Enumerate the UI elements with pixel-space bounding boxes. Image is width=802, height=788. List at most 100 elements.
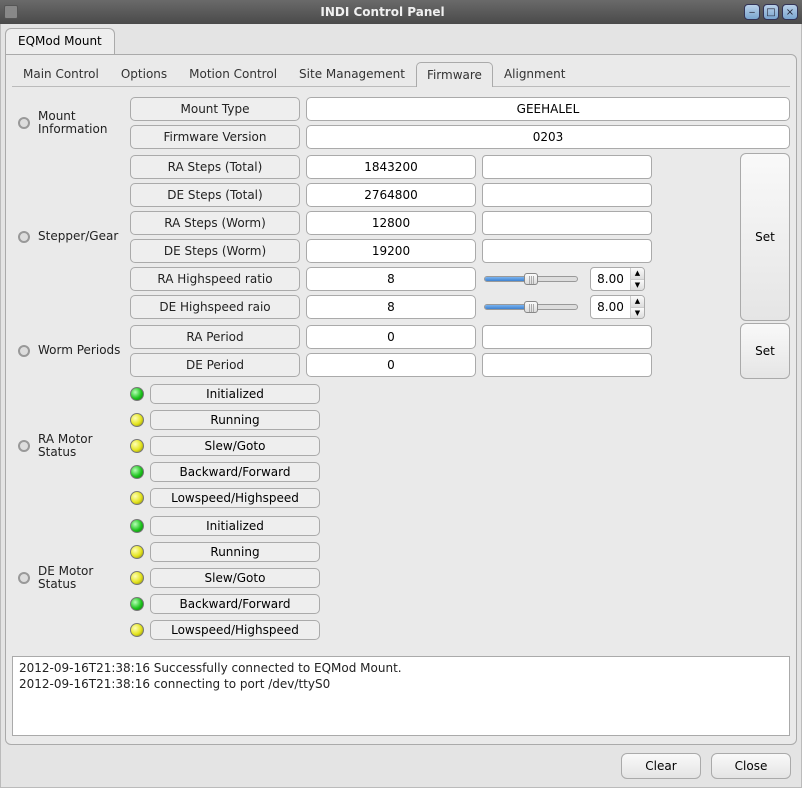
tab-site-management[interactable]: Site Management <box>288 61 416 86</box>
window-title: INDI Control Panel <box>24 5 741 19</box>
status-led-icon <box>130 545 144 559</box>
spin-ra-highspeed[interactable]: 8.00 ▲▼ <box>590 267 645 291</box>
value-de-highspeed-ratio: 8 <box>306 295 476 319</box>
tab-eqmod-mount[interactable]: EQMod Mount <box>5 28 115 54</box>
value-de-steps-total: 2764800 <box>306 183 476 207</box>
tab-motion-control[interactable]: Motion Control <box>178 61 288 86</box>
group-label-stepper: Stepper/Gear <box>36 153 130 321</box>
value-mount-type: GEEHALEL <box>306 97 790 121</box>
close-window-button[interactable]: × <box>782 4 798 20</box>
log-line: 2012-09-16T21:38:16 connecting to port /… <box>19 677 783 693</box>
firmware-content: Mount Information Mount Type GEEHALEL Fi… <box>12 87 790 648</box>
value-firmware-version: 0203 <box>306 125 790 149</box>
ra-status-label: Initialized <box>150 384 320 404</box>
group-label-mount-info: Mount Information <box>36 95 130 151</box>
tab-main-control[interactable]: Main Control <box>12 61 110 86</box>
tab-alignment[interactable]: Alignment <box>493 61 576 86</box>
label-de-steps-total: DE Steps (Total) <box>130 183 300 207</box>
label-de-highspeed-ratio: DE Highspeed raio <box>130 295 300 319</box>
label-mount-type: Mount Type <box>130 97 300 121</box>
de-status-row: Running <box>130 541 790 563</box>
label-ra-highspeed-ratio: RA Highspeed ratio <box>130 267 300 291</box>
ra-status-row: Running <box>130 409 790 431</box>
maximize-button[interactable]: □ <box>763 4 779 20</box>
slider-de-highspeed[interactable] <box>484 295 584 319</box>
ra-status-row: Initialized <box>130 383 790 405</box>
de-status-label: Backward/Forward <box>150 594 320 614</box>
status-led-icon <box>130 491 144 505</box>
status-led-icon <box>130 571 144 585</box>
status-indicator-de-motor <box>18 572 30 584</box>
ra-status-row: Lowspeed/Highspeed <box>130 487 790 509</box>
main-tab-panel: Main Control Options Motion Control Site… <box>5 54 797 745</box>
subtabs: Main Control Options Motion Control Site… <box>12 61 790 87</box>
value-ra-steps-total: 1843200 <box>306 155 476 179</box>
set-button-stepper[interactable]: Set <box>740 153 790 321</box>
label-de-steps-worm: DE Steps (Worm) <box>130 239 300 263</box>
value-ra-steps-worm: 12800 <box>306 211 476 235</box>
status-led-icon <box>130 597 144 611</box>
de-status-row: Initialized <box>130 515 790 537</box>
tab-options[interactable]: Options <box>110 61 178 86</box>
group-label-ra-motor: RA Motor Status <box>36 381 130 511</box>
input-de-steps-worm[interactable] <box>482 239 652 263</box>
spin-down-icon[interactable]: ▼ <box>631 308 644 319</box>
input-ra-steps-total[interactable] <box>482 155 652 179</box>
status-indicator-worm <box>18 345 30 357</box>
group-mount-info: Mount Information Mount Type GEEHALEL Fi… <box>12 95 790 151</box>
spin-up-icon[interactable]: ▲ <box>631 296 644 308</box>
slider-ra-highspeed[interactable] <box>484 267 584 291</box>
ra-status-row: Slew/Goto <box>130 435 790 457</box>
app-icon <box>4 5 18 19</box>
spin-val-ra-hs: 8.00 <box>591 268 630 290</box>
value-ra-period: 0 <box>306 325 476 349</box>
status-indicator-ra-motor <box>18 440 30 452</box>
group-ra-motor-status: RA Motor Status Initialized Running Slew/G… <box>12 381 790 511</box>
window-body: EQMod Mount Main Control Options Motion … <box>0 24 802 788</box>
titlebar: INDI Control Panel ‒ □ × <box>0 0 802 24</box>
status-led-icon <box>130 387 144 401</box>
spin-up-icon[interactable]: ▲ <box>631 268 644 280</box>
spin-val-de-hs: 8.00 <box>591 296 630 318</box>
minimize-button[interactable]: ‒ <box>744 4 760 20</box>
de-status-label: Lowspeed/Highspeed <box>150 620 320 640</box>
close-button[interactable]: Close <box>711 753 791 779</box>
ra-status-label: Slew/Goto <box>150 436 320 456</box>
value-de-period: 0 <box>306 353 476 377</box>
input-ra-period[interactable] <box>482 325 652 349</box>
ra-status-label: Running <box>150 410 320 430</box>
spin-down-icon[interactable]: ▼ <box>631 280 644 291</box>
status-led-icon <box>130 519 144 533</box>
tab-firmware[interactable]: Firmware <box>416 62 493 87</box>
set-button-worm[interactable]: Set <box>740 323 790 379</box>
group-de-motor-status: DE Motor Status Initialized Running Slew/G… <box>12 513 790 643</box>
clear-button[interactable]: Clear <box>621 753 701 779</box>
de-status-label: Running <box>150 542 320 562</box>
value-de-steps-worm: 19200 <box>306 239 476 263</box>
main-tab-row: EQMod Mount <box>5 28 797 54</box>
group-worm-periods: Worm Periods RA Period 0 DE Period 0 <box>12 323 790 379</box>
group-label-worm: Worm Periods <box>36 323 130 379</box>
footer: Clear Close <box>5 745 797 779</box>
label-ra-steps-total: RA Steps (Total) <box>130 155 300 179</box>
de-status-row: Backward/Forward <box>130 593 790 615</box>
de-status-label: Initialized <box>150 516 320 536</box>
status-led-icon <box>130 413 144 427</box>
status-led-icon <box>130 623 144 637</box>
value-ra-highspeed-ratio: 8 <box>306 267 476 291</box>
status-indicator-mount-info <box>18 117 30 129</box>
spin-de-highspeed[interactable]: 8.00 ▲▼ <box>590 295 645 319</box>
de-status-row: Lowspeed/Highspeed <box>130 619 790 641</box>
label-de-period: DE Period <box>130 353 300 377</box>
input-de-steps-total[interactable] <box>482 183 652 207</box>
group-label-de-motor: DE Motor Status <box>36 513 130 643</box>
log-panel[interactable]: 2012-09-16T21:38:16 Successfully connect… <box>12 656 790 736</box>
log-line: 2012-09-16T21:38:16 Successfully connect… <box>19 661 783 677</box>
group-stepper-gear: Stepper/Gear RA Steps (Total) 1843200 DE… <box>12 153 790 321</box>
input-de-period[interactable] <box>482 353 652 377</box>
input-ra-steps-worm[interactable] <box>482 211 652 235</box>
de-status-row: Slew/Goto <box>130 567 790 589</box>
label-firmware-version: Firmware Version <box>130 125 300 149</box>
status-indicator-stepper <box>18 231 30 243</box>
label-ra-period: RA Period <box>130 325 300 349</box>
